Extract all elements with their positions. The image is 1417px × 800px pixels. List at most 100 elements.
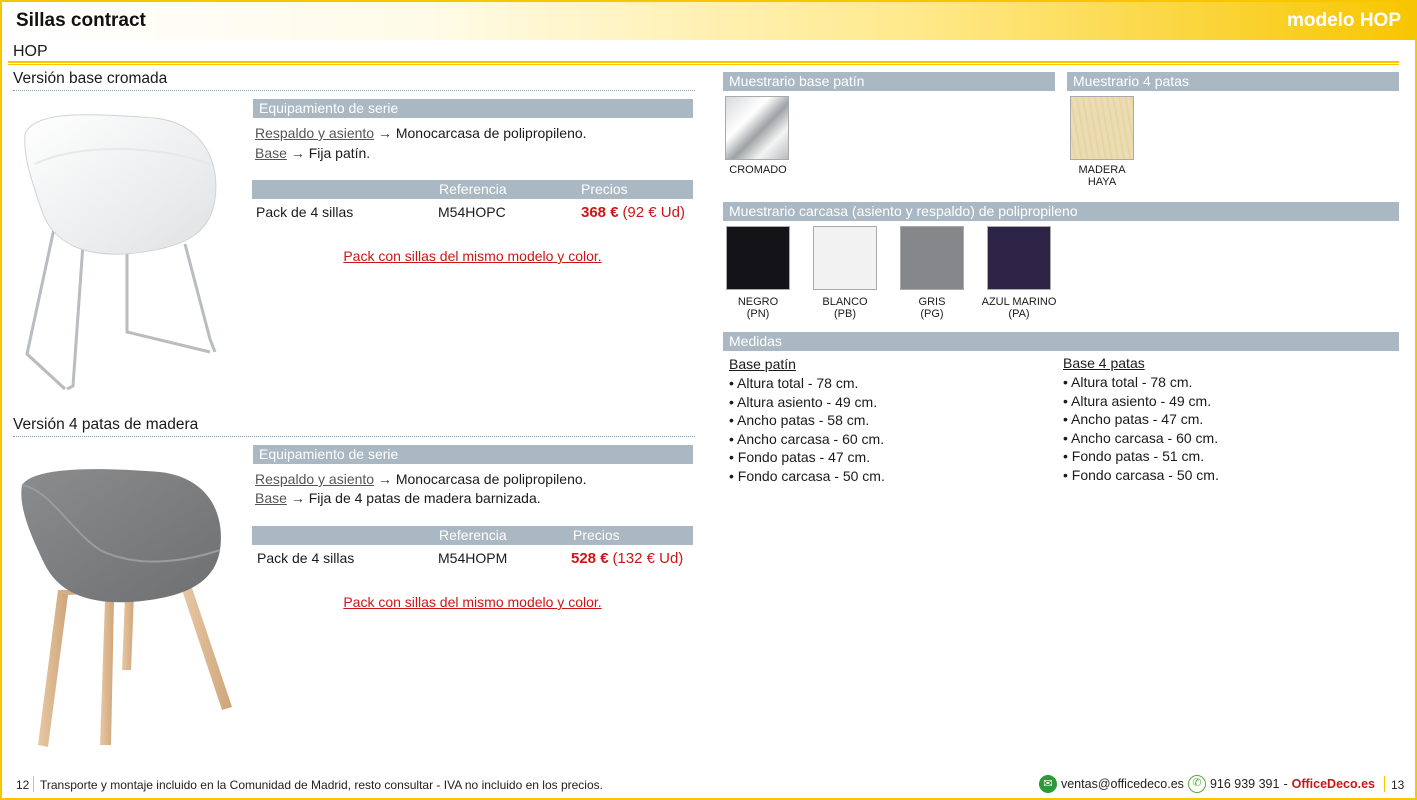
swatch-madera-haya <box>1070 96 1134 160</box>
footer-separator <box>33 776 34 792</box>
medidas-header: Medidas <box>723 332 1399 351</box>
col-price-header: Precios <box>573 527 620 543</box>
arrow-icon: → <box>290 145 305 161</box>
col-price-header: Precios <box>581 181 628 197</box>
medidas-base-patin: Base patín • Altura total - 78 cm. • Alt… <box>729 356 885 486</box>
swatch-code: (PB) <box>834 308 856 320</box>
equip-line: Base → Fija patín. <box>255 145 370 161</box>
footer-text: Transporte y montaje incluido en la Comu… <box>40 778 603 792</box>
swatch-gris <box>900 226 964 290</box>
equip-line-text: Monocarcasa de polipropileno. <box>395 125 587 141</box>
page-number-right: 13 <box>1391 778 1405 792</box>
row-price: 368 € (92 € Ud) <box>581 204 685 221</box>
footer-email[interactable]: ventas@officedeco.es <box>1061 777 1184 791</box>
swatch-label: MADERA HAYA <box>1057 164 1147 188</box>
swatch-label: BLANCO (PB) <box>800 296 890 320</box>
medidas-item: • Ancho patas - 58 cm. <box>729 412 870 429</box>
price-table-header: Referencia Precios <box>252 526 693 545</box>
row-name: Pack de 4 sillas <box>257 550 355 566</box>
medidas-heading: Base 4 patas <box>1063 355 1145 371</box>
equip-line-label: Respaldo y asiento <box>255 125 375 141</box>
medidas-item: • Fondo patas - 51 cm. <box>1063 448 1205 465</box>
wood-chair-photo <box>21 469 232 747</box>
model-subtitle: HOP <box>13 43 48 60</box>
swatch-negro <box>726 226 790 290</box>
pack-price: 528 € <box>571 550 609 567</box>
medidas-item: • Ancho carcasa - 60 cm. <box>729 430 885 447</box>
medidas-heading: Base patín <box>729 356 796 372</box>
yellow-divider <box>8 61 1399 65</box>
chrome-chair-photo <box>24 114 217 391</box>
footer-contact: ✉ ventas@officedeco.es ✆ 916 939 391 - O… <box>1038 775 1375 793</box>
medidas-item: • Altura total - 78 cm. <box>1063 374 1193 390</box>
arrow-icon: → <box>290 490 305 506</box>
equip-line: Respaldo y asiento → Monocarcasa de poli… <box>255 125 587 141</box>
medidas-item: • Ancho carcasa - 60 cm. <box>1063 429 1219 446</box>
equip-header: Equipamiento de serie <box>253 99 693 118</box>
arrow-icon: → <box>377 471 392 487</box>
swatch-blanco <box>813 226 877 290</box>
equip-line-label: Respaldo y asiento <box>255 471 375 487</box>
muestrario-carcasa-header: Muestrario carcasa (asiento y respaldo) … <box>723 202 1399 221</box>
swatch-label: CROMADO <box>729 164 787 176</box>
footer-separator <box>1384 776 1385 792</box>
swatch-label-line1: MADERA <box>1078 164 1126 176</box>
pack-note: Pack con sillas del mismo modelo y color… <box>343 594 602 610</box>
swatch-label: GRIS (PG) <box>887 296 977 320</box>
swatch-code: (PN) <box>746 308 770 320</box>
equip-line: Base → Fija de 4 patas de madera barniza… <box>255 490 541 506</box>
swatch-code: (PG) <box>920 308 944 320</box>
email-icon: ✉ <box>1038 775 1057 793</box>
medidas-item: • Ancho patas - 47 cm. <box>1063 411 1204 428</box>
swatch-label-line2: HAYA <box>1087 176 1117 188</box>
equip-header: Equipamiento de serie <box>253 445 693 464</box>
version-chrome-title: Versión base cromada <box>13 70 168 87</box>
col-ref-header: Referencia <box>439 181 507 197</box>
row-name: Pack de 4 sillas <box>256 204 354 220</box>
swatch-code: (PA) <box>1008 308 1030 320</box>
footer-brand[interactable]: OfficeDeco.es <box>1292 777 1375 791</box>
equip-line: Respaldo y asiento → Monocarcasa de poli… <box>255 471 587 487</box>
row-ref: M54HOPC <box>438 204 506 220</box>
equip-line-text: Fija de 4 patas de madera barnizada. <box>308 490 541 506</box>
swatch-name: BLANCO <box>822 296 868 308</box>
col-ref-header: Referencia <box>439 527 507 543</box>
swatch-name: GRIS <box>918 296 946 308</box>
dotted-divider <box>13 90 695 91</box>
equip-line-label: Base <box>255 145 287 161</box>
pack-price: 368 € <box>581 204 619 221</box>
medidas-item: • Altura total - 78 cm. <box>729 375 859 391</box>
muestrario-patin-header: Muestrario base patín <box>723 72 1055 91</box>
muestrario-4patas-header: Muestrario 4 patas <box>1067 72 1399 91</box>
swatch-azul-marino <box>987 226 1051 290</box>
page-title: Sillas contract <box>16 10 146 31</box>
row-price: 528 € (132 € Ud) <box>571 550 683 567</box>
page-number-left: 12 <box>16 778 30 792</box>
model-title: modelo HOP <box>1286 10 1401 31</box>
footer-phone[interactable]: 916 939 391 <box>1210 777 1280 791</box>
medidas-item: • Fondo carcasa - 50 cm. <box>729 467 885 484</box>
table-row: Pack de 4 sillas M54HOPC 368 € (92 € Ud) <box>252 202 693 224</box>
footer: 12 Transporte y montaje incluido en la C… <box>0 772 1417 798</box>
medidas-item: • Fondo carcasa - 50 cm. <box>1063 466 1219 483</box>
medidas-item: • Altura asiento - 49 cm. <box>729 393 878 410</box>
pack-note: Pack con sillas del mismo modelo y color… <box>343 248 602 264</box>
dotted-divider <box>13 436 695 437</box>
version-wood-title: Versión 4 patas de madera <box>13 416 199 433</box>
equip-line-text: Fija patín. <box>308 145 371 161</box>
table-row: Pack de 4 sillas M54HOPM 528 € (132 € Ud… <box>252 548 693 570</box>
arrow-icon: → <box>377 125 392 141</box>
equip-line-text: Monocarcasa de polipropileno. <box>395 471 587 487</box>
row-ref: M54HOPM <box>438 550 508 566</box>
footer-dash: - <box>1283 777 1288 791</box>
unit-price: (92 € Ud) <box>622 204 685 221</box>
swatch-label: NEGRO (PN) <box>713 296 803 320</box>
medidas-item: • Altura asiento - 49 cm. <box>1063 392 1212 409</box>
unit-price: (132 € Ud) <box>612 550 684 567</box>
medidas-base-4patas: Base 4 patas • Altura total - 78 cm. • A… <box>1063 355 1219 485</box>
swatch-name: NEGRO <box>737 296 779 308</box>
swatch-label: AZUL MARINO (PA) <box>974 296 1064 320</box>
phone-icon: ✆ <box>1187 775 1206 793</box>
medidas-item: • Fondo patas - 47 cm. <box>729 449 871 466</box>
swatch-name: AZUL MARINO <box>981 296 1057 308</box>
